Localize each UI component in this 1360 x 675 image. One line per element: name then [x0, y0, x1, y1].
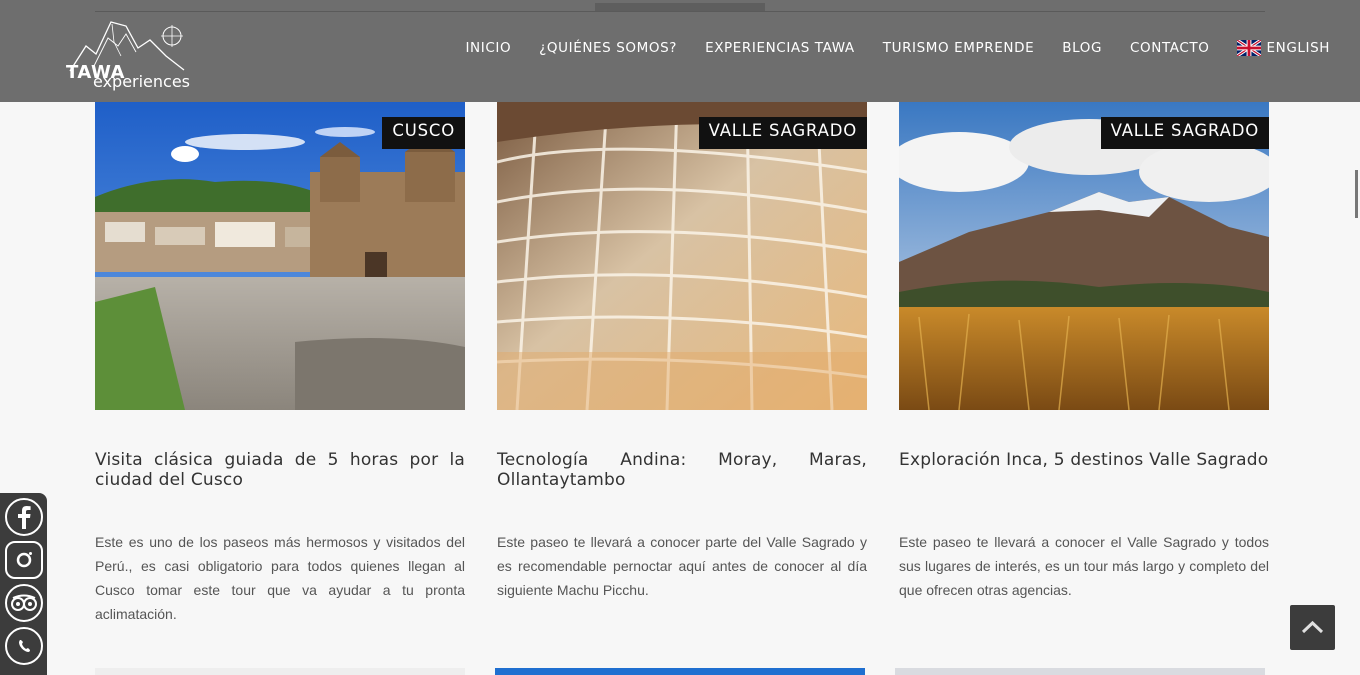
- scroll-top-button[interactable]: [1290, 605, 1335, 650]
- main-nav: INICIO ¿QUIÉNES SOMOS? EXPERIENCIAS TAWA…: [465, 40, 1330, 56]
- nav-turismo-emprende[interactable]: TURISMO EMPRENDE: [883, 40, 1034, 56]
- nav-inicio[interactable]: INICIO: [465, 40, 511, 56]
- tour-description: Este paseo te llevará a conocer el Valle…: [899, 534, 1269, 598]
- header-divider: [95, 11, 1265, 12]
- tour-card[interactable]: CUSCO Visita clásica guiada de 5 horas p…: [95, 102, 465, 622]
- tour-image-valle[interactable]: VALLE SAGRADO: [899, 102, 1269, 410]
- tour-description: Este paseo te llevará a conocer parte de…: [497, 534, 867, 598]
- tour-image-cusco[interactable]: CUSCO: [95, 102, 465, 410]
- tour-card[interactable]: VALLE SAGRADO Tecnología Andina: Moray, …: [497, 102, 867, 598]
- tour-title[interactable]: Exploración Inca, 5 destinos Valle Sagra…: [899, 450, 1269, 470]
- scrollbar-thumb[interactable]: [1355, 170, 1358, 218]
- language-label: ENGLISH: [1266, 40, 1330, 56]
- tripadvisor-icon[interactable]: [5, 584, 43, 622]
- next-card-image[interactable]: [95, 668, 465, 675]
- next-card-image[interactable]: [495, 668, 865, 675]
- tour-description: Este es uno de los paseos más hermosos y…: [95, 534, 465, 622]
- category-badge[interactable]: VALLE SAGRADO: [698, 117, 867, 149]
- facebook-icon[interactable]: [5, 498, 43, 536]
- social-sidebar: [0, 493, 47, 675]
- logo-subtitle: experiences: [93, 72, 191, 91]
- header-tab-decoration: [595, 3, 765, 11]
- chevron-up-icon: [1301, 620, 1324, 634]
- nav-contacto[interactable]: CONTACTO: [1130, 40, 1209, 56]
- site-logo[interactable]: TAWA experiences: [66, 16, 190, 94]
- nav-quienes-somos[interactable]: ¿QUIÉNES SOMOS?: [539, 40, 677, 56]
- next-card-image[interactable]: [895, 668, 1265, 675]
- uk-flag-icon: [1237, 40, 1262, 56]
- category-badge[interactable]: VALLE SAGRADO: [1100, 117, 1269, 149]
- whatsapp-icon[interactable]: [5, 627, 43, 665]
- instagram-icon[interactable]: [5, 541, 43, 579]
- tour-title[interactable]: Visita clásica guiada de 5 horas por la …: [95, 450, 465, 490]
- tour-title[interactable]: Tecnología Andina: Moray, Maras, Ollanta…: [497, 450, 867, 490]
- language-switcher[interactable]: ENGLISH: [1237, 40, 1330, 56]
- category-badge[interactable]: CUSCO: [382, 117, 465, 149]
- tour-card[interactable]: VALLE SAGRADO Exploración Inca, 5 destin…: [899, 102, 1269, 598]
- nav-blog[interactable]: BLOG: [1062, 40, 1102, 56]
- site-header: TAWA experiences INICIO ¿QUIÉNES SOMOS? …: [0, 0, 1360, 102]
- nav-experiencias-tawa[interactable]: EXPERIENCIAS TAWA: [705, 40, 855, 56]
- tour-image-maras[interactable]: VALLE SAGRADO: [497, 102, 867, 410]
